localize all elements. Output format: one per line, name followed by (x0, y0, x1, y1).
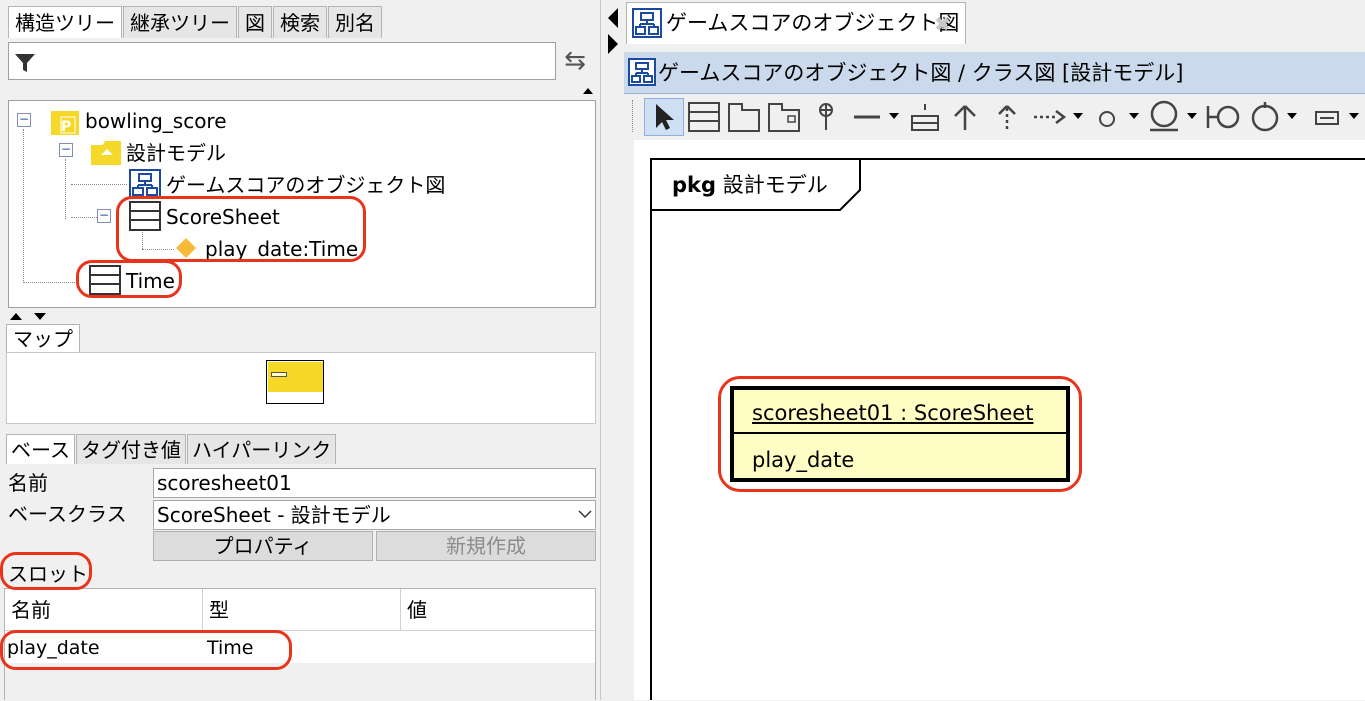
tab-diagram[interactable]: 図 (238, 6, 272, 38)
tab-tagged-values[interactable]: タグ付き値 (76, 434, 186, 464)
tab-hyperlink[interactable]: ハイパーリンク (187, 434, 337, 464)
object-diagram-icon (129, 169, 161, 199)
chevron-down-icon[interactable] (1186, 110, 1198, 122)
baseclass-label: ベースクラス (8, 502, 127, 526)
chevron-down-icon[interactable] (578, 509, 592, 519)
object-diagram-icon (628, 58, 656, 86)
association-tool-icon[interactable] (852, 102, 882, 132)
tab-base[interactable]: ベース (6, 434, 75, 464)
tab-alias[interactable]: 別名 (328, 6, 382, 38)
svg-text:P: P (61, 119, 71, 135)
table-empty-area (5, 663, 595, 701)
package-name: 設計モデル (722, 173, 828, 197)
provided-interface-tool-icon[interactable] (1204, 102, 1242, 132)
column-header-name[interactable]: 名前 (5, 589, 203, 631)
class-icon (89, 265, 121, 295)
chevron-down-icon[interactable] (1286, 110, 1298, 122)
expand-model[interactable]: − (59, 143, 73, 157)
instance-tool-icon[interactable] (814, 102, 838, 132)
object-name[interactable]: scoresheet01 : ScoreSheet (752, 398, 1033, 428)
interface-tool-icon[interactable] (1094, 102, 1120, 132)
baseclass-select[interactable]: ScoreSheet - 設計モデル (153, 500, 596, 530)
left-panel: 構造ツリー 継承ツリー 図 検索 別名 ⇆ − P bowling_score … (0, 0, 600, 701)
tab-map[interactable]: マップ (6, 324, 80, 352)
tree-item-model[interactable]: 設計モデル (126, 141, 226, 165)
filter-icon[interactable] (14, 52, 36, 74)
object-separator (734, 432, 1066, 434)
pointer-icon[interactable] (652, 102, 676, 132)
panel-divider[interactable] (600, 0, 622, 700)
close-icon[interactable]: ✖ (934, 10, 951, 38)
tab-inheritance-tree[interactable]: 継承ツリー (123, 6, 237, 38)
note-tool-icon[interactable] (1312, 102, 1342, 132)
class-tool-icon[interactable] (688, 102, 720, 132)
subsystem-tool-icon[interactable] (768, 102, 802, 132)
toolbar-grip (632, 100, 634, 132)
tree-item-attribute[interactable]: play_date:Time (205, 237, 358, 261)
object-slot[interactable]: play_date (752, 445, 854, 475)
slot-name-cell[interactable]: play_date (7, 633, 100, 663)
structure-tree[interactable]: − P bowling_score − 設計モデル ゲームスコアのオブジェクト図… (8, 100, 596, 308)
map-thumbnail-content (268, 362, 323, 392)
chevron-down-icon[interactable] (1348, 110, 1360, 122)
tree-item-root[interactable]: bowling_score (85, 109, 227, 133)
tree-item-scoresheet[interactable]: ScoreSheet (166, 205, 280, 229)
property-button[interactable]: プロパティ (153, 531, 373, 561)
chevron-down-icon[interactable] (1128, 110, 1140, 122)
attribute-diamond-icon (176, 238, 196, 258)
tree-item-time[interactable]: Time (126, 269, 175, 293)
new-button[interactable]: 新規作成 (376, 531, 596, 561)
package-keyword: pkg (672, 173, 717, 197)
name-label: 名前 (8, 471, 48, 495)
tab-search[interactable]: 検索 (273, 6, 327, 38)
required-interface-tool-icon[interactable] (1146, 100, 1182, 132)
column-header-value[interactable]: 値 (401, 589, 595, 631)
column-header-type[interactable]: 型 (203, 589, 401, 631)
class-icon (129, 201, 161, 231)
chevron-down-icon[interactable] (1072, 110, 1084, 122)
chevron-down-icon[interactable] (888, 110, 900, 122)
splitter-arrows-icon[interactable] (8, 310, 52, 322)
slot-table[interactable]: 名前 型 値 play_date Time (4, 588, 596, 701)
realization-tool-icon[interactable] (992, 102, 1022, 132)
map-object-mark (271, 372, 287, 377)
project-icon: P (51, 111, 79, 135)
port-tool-icon[interactable] (1248, 100, 1282, 134)
slot-type-cell[interactable]: Time (207, 633, 254, 663)
diagram-title: ゲームスコアのオブジェクト図 / クラス図 [設計モデル] (658, 61, 1184, 85)
collapse-up-icon[interactable] (582, 86, 594, 96)
filter-input[interactable] (8, 42, 556, 80)
object-diagram-icon (632, 8, 662, 38)
tree-item-diagram[interactable]: ゲームスコアのオブジェクト図 (166, 173, 445, 197)
package-tool-icon[interactable] (728, 102, 760, 132)
association-class-tool-icon[interactable] (908, 102, 942, 132)
model-folder-icon (91, 141, 121, 165)
document-tab-label[interactable]: ゲームスコアのオブジェクト図 (666, 8, 959, 38)
tab-structure-tree[interactable]: 構造ツリー (8, 6, 122, 38)
expand-root[interactable]: − (17, 113, 31, 127)
tree-tabs: 構造ツリー 継承ツリー 図 検索 別名 (8, 6, 383, 38)
generalization-tool-icon[interactable] (950, 102, 980, 132)
table-row[interactable]: play_date Time (5, 633, 595, 663)
name-field[interactable]: scoresheet01 (153, 468, 596, 498)
package-label: pkg 設計モデル (672, 170, 828, 200)
property-tabs: ベース タグ付き値 ハイパーリンク (6, 434, 337, 464)
collapse-arrows-icon[interactable] (606, 6, 620, 56)
slot-label: スロット (8, 562, 88, 586)
expand-scoresheet[interactable]: − (97, 209, 111, 223)
sync-arrows-icon[interactable]: ⇆ (560, 46, 590, 76)
dependency-tool-icon[interactable] (1032, 102, 1068, 132)
